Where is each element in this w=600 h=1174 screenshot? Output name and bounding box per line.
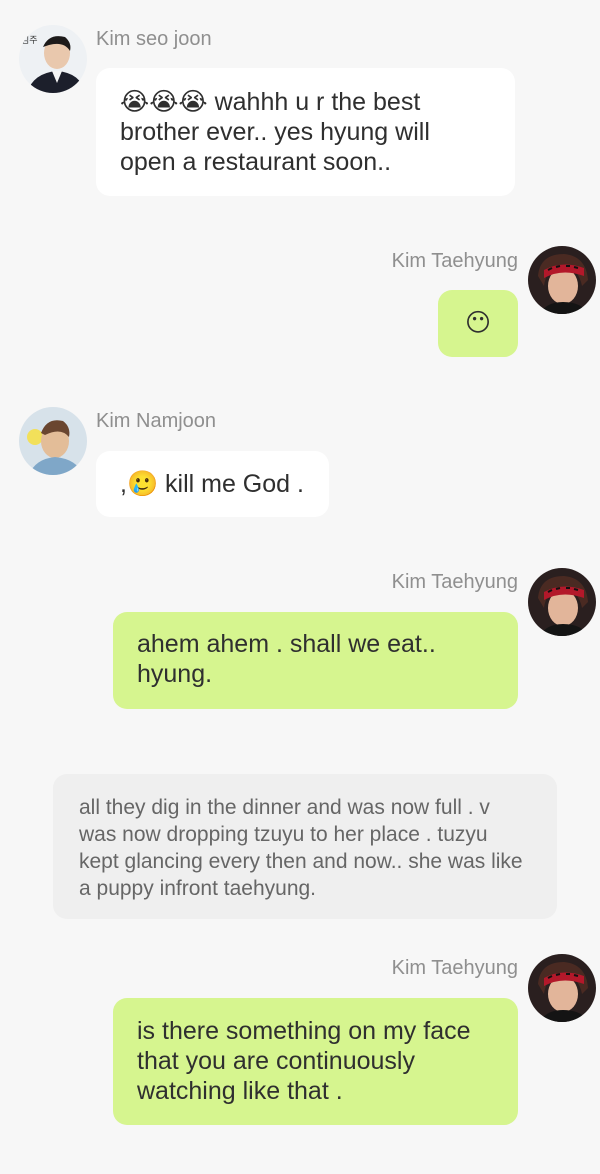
message-bubble[interactable]: is there something on my face that you a…	[113, 998, 518, 1125]
avatar-kim-taehyung-image	[528, 246, 596, 314]
avatar-kim-seo-joon[interactable]: 김주	[19, 25, 87, 93]
message-bubble[interactable]: ,🥲 kill me God .	[96, 451, 329, 517]
narration-text: all they dig in the dinner and was now f…	[53, 774, 557, 919]
sender-name: Kim Taehyung	[391, 250, 518, 272]
avatar-kim-taehyung[interactable]	[528, 954, 596, 1022]
avatar-logo-text: 김주	[21, 34, 38, 46]
message-bubble[interactable]: 😭😭😭 wahhh u r the best brother ever.. ye…	[96, 68, 515, 196]
avatar-kim-taehyung-image	[528, 954, 596, 1022]
avatar-kim-seo-joon-image: 김주	[19, 25, 87, 93]
avatar-kim-taehyung[interactable]	[528, 568, 596, 636]
sender-name: Kim Namjoon	[96, 410, 217, 432]
avatar-kim-taehyung-image	[528, 568, 596, 636]
sender-name: Kim seo joon	[96, 28, 212, 50]
avatar-kim-namjoon[interactable]	[19, 407, 87, 475]
message-bubble[interactable]: 😶	[438, 290, 518, 357]
sender-name: Kim Taehyung	[391, 957, 518, 979]
sender-name: Kim Taehyung	[391, 571, 518, 593]
avatar-kim-taehyung[interactable]	[528, 246, 596, 314]
message-bubble[interactable]: ahem ahem . shall we eat.. hyung.	[113, 612, 518, 709]
avatar-kim-namjoon-image	[19, 407, 87, 475]
